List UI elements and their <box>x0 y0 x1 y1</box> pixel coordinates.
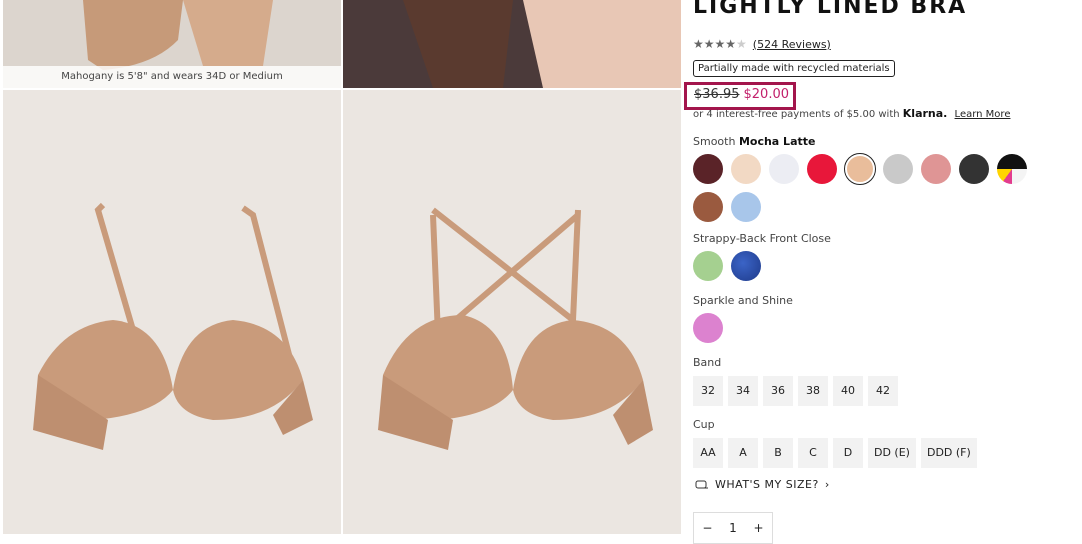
sparkle-swatches <box>693 313 1043 343</box>
tape-measure-icon <box>695 480 708 488</box>
product-gallery: Mahogany is 5'8" and wears 34D or Medium <box>3 0 681 534</box>
cup-option[interactable]: A <box>728 438 758 468</box>
color-swatch[interactable] <box>769 154 799 184</box>
bra-back-image <box>378 207 653 450</box>
increase-quantity-button[interactable]: + <box>754 521 764 535</box>
color-swatch[interactable] <box>693 192 723 222</box>
band-options: 32 34 36 38 40 42 <box>693 376 898 406</box>
product-title: LIGHTLY LINED BRA <box>693 0 968 19</box>
cup-option[interactable]: B <box>763 438 793 468</box>
klarna-info: or 4 interest-free payments of $5.00 wit… <box>693 107 1010 120</box>
model-legs-image <box>343 0 681 88</box>
smooth-swatches <box>693 153 1043 222</box>
pattern-swatch[interactable] <box>997 154 1027 184</box>
cup-option[interactable]: C <box>798 438 828 468</box>
rating-row: ★★★★★ (524 Reviews) <box>693 37 831 51</box>
learn-more-link[interactable]: Learn More <box>955 109 1011 120</box>
quantity-value: 1 <box>729 521 737 535</box>
band-option[interactable]: 42 <box>868 376 898 406</box>
original-price: $36.95 <box>694 87 740 102</box>
klarna-text: or 4 interest-free payments of $5.00 wit… <box>693 109 900 120</box>
reviews-link[interactable]: (524 Reviews) <box>753 38 831 51</box>
smooth-label-text: Smooth <box>693 135 736 148</box>
selected-color-name: Mocha Latte <box>738 135 816 148</box>
band-option[interactable]: 38 <box>798 376 828 406</box>
color-swatch[interactable] <box>693 251 723 281</box>
chevron-right-icon: › <box>824 478 830 491</box>
band-option[interactable]: 34 <box>728 376 758 406</box>
color-swatch[interactable] <box>807 154 837 184</box>
sparkle-label: Sparkle and Shine <box>693 294 793 307</box>
band-label: Band <box>693 356 722 369</box>
band-option[interactable]: 32 <box>693 376 723 406</box>
color-swatch[interactable] <box>921 154 951 184</box>
color-swatch[interactable] <box>731 251 761 281</box>
strappy-label: Strappy-Back Front Close <box>693 232 831 245</box>
cup-option[interactable]: AA <box>693 438 723 468</box>
model-photo-right[interactable] <box>343 0 681 88</box>
band-option[interactable]: 36 <box>763 376 793 406</box>
whats-my-size-text: WHAT'S MY SIZE? <box>715 478 819 491</box>
color-swatch[interactable] <box>693 154 723 184</box>
color-swatch[interactable] <box>693 313 723 343</box>
rating-stars-icon: ★★★★★ <box>693 37 747 51</box>
smooth-color-label: Smooth Mocha Latte <box>693 135 815 148</box>
recycled-badge: Partially made with recycled materials <box>693 60 895 77</box>
product-photo-front[interactable] <box>3 90 341 534</box>
color-swatch[interactable] <box>731 192 761 222</box>
quantity-stepper: − 1 + <box>693 512 773 544</box>
band-option[interactable]: 40 <box>833 376 863 406</box>
cup-options: AA A B C D DD (E) DDD (F) <box>693 438 977 468</box>
color-swatch-selected[interactable] <box>844 153 876 185</box>
klarna-logo: Klarna. <box>902 107 948 120</box>
color-swatch[interactable] <box>731 154 761 184</box>
decrease-quantity-button[interactable]: − <box>702 521 712 535</box>
sale-price: $20.00 <box>743 87 790 102</box>
whats-my-size-link[interactable]: WHAT'S MY SIZE? › <box>695 478 830 491</box>
cup-option[interactable]: D <box>833 438 863 468</box>
model-photo-left[interactable]: Mahogany is 5'8" and wears 34D or Medium <box>3 0 341 88</box>
bra-front-image <box>33 202 313 450</box>
strappy-swatches <box>693 251 1043 281</box>
model-caption: Mahogany is 5'8" and wears 34D or Medium <box>3 66 341 88</box>
product-info-panel: LIGHTLY LINED BRA ★★★★★ (524 Reviews) Pa… <box>684 0 1073 544</box>
price-row: $36.95 $20.00 <box>694 87 789 102</box>
cup-option[interactable]: DD (E) <box>868 438 916 468</box>
product-photo-back[interactable] <box>343 90 681 534</box>
cup-label: Cup <box>693 418 715 431</box>
color-swatch[interactable] <box>959 154 989 184</box>
cup-option[interactable]: DDD (F) <box>920 438 977 468</box>
color-swatch[interactable] <box>883 154 913 184</box>
